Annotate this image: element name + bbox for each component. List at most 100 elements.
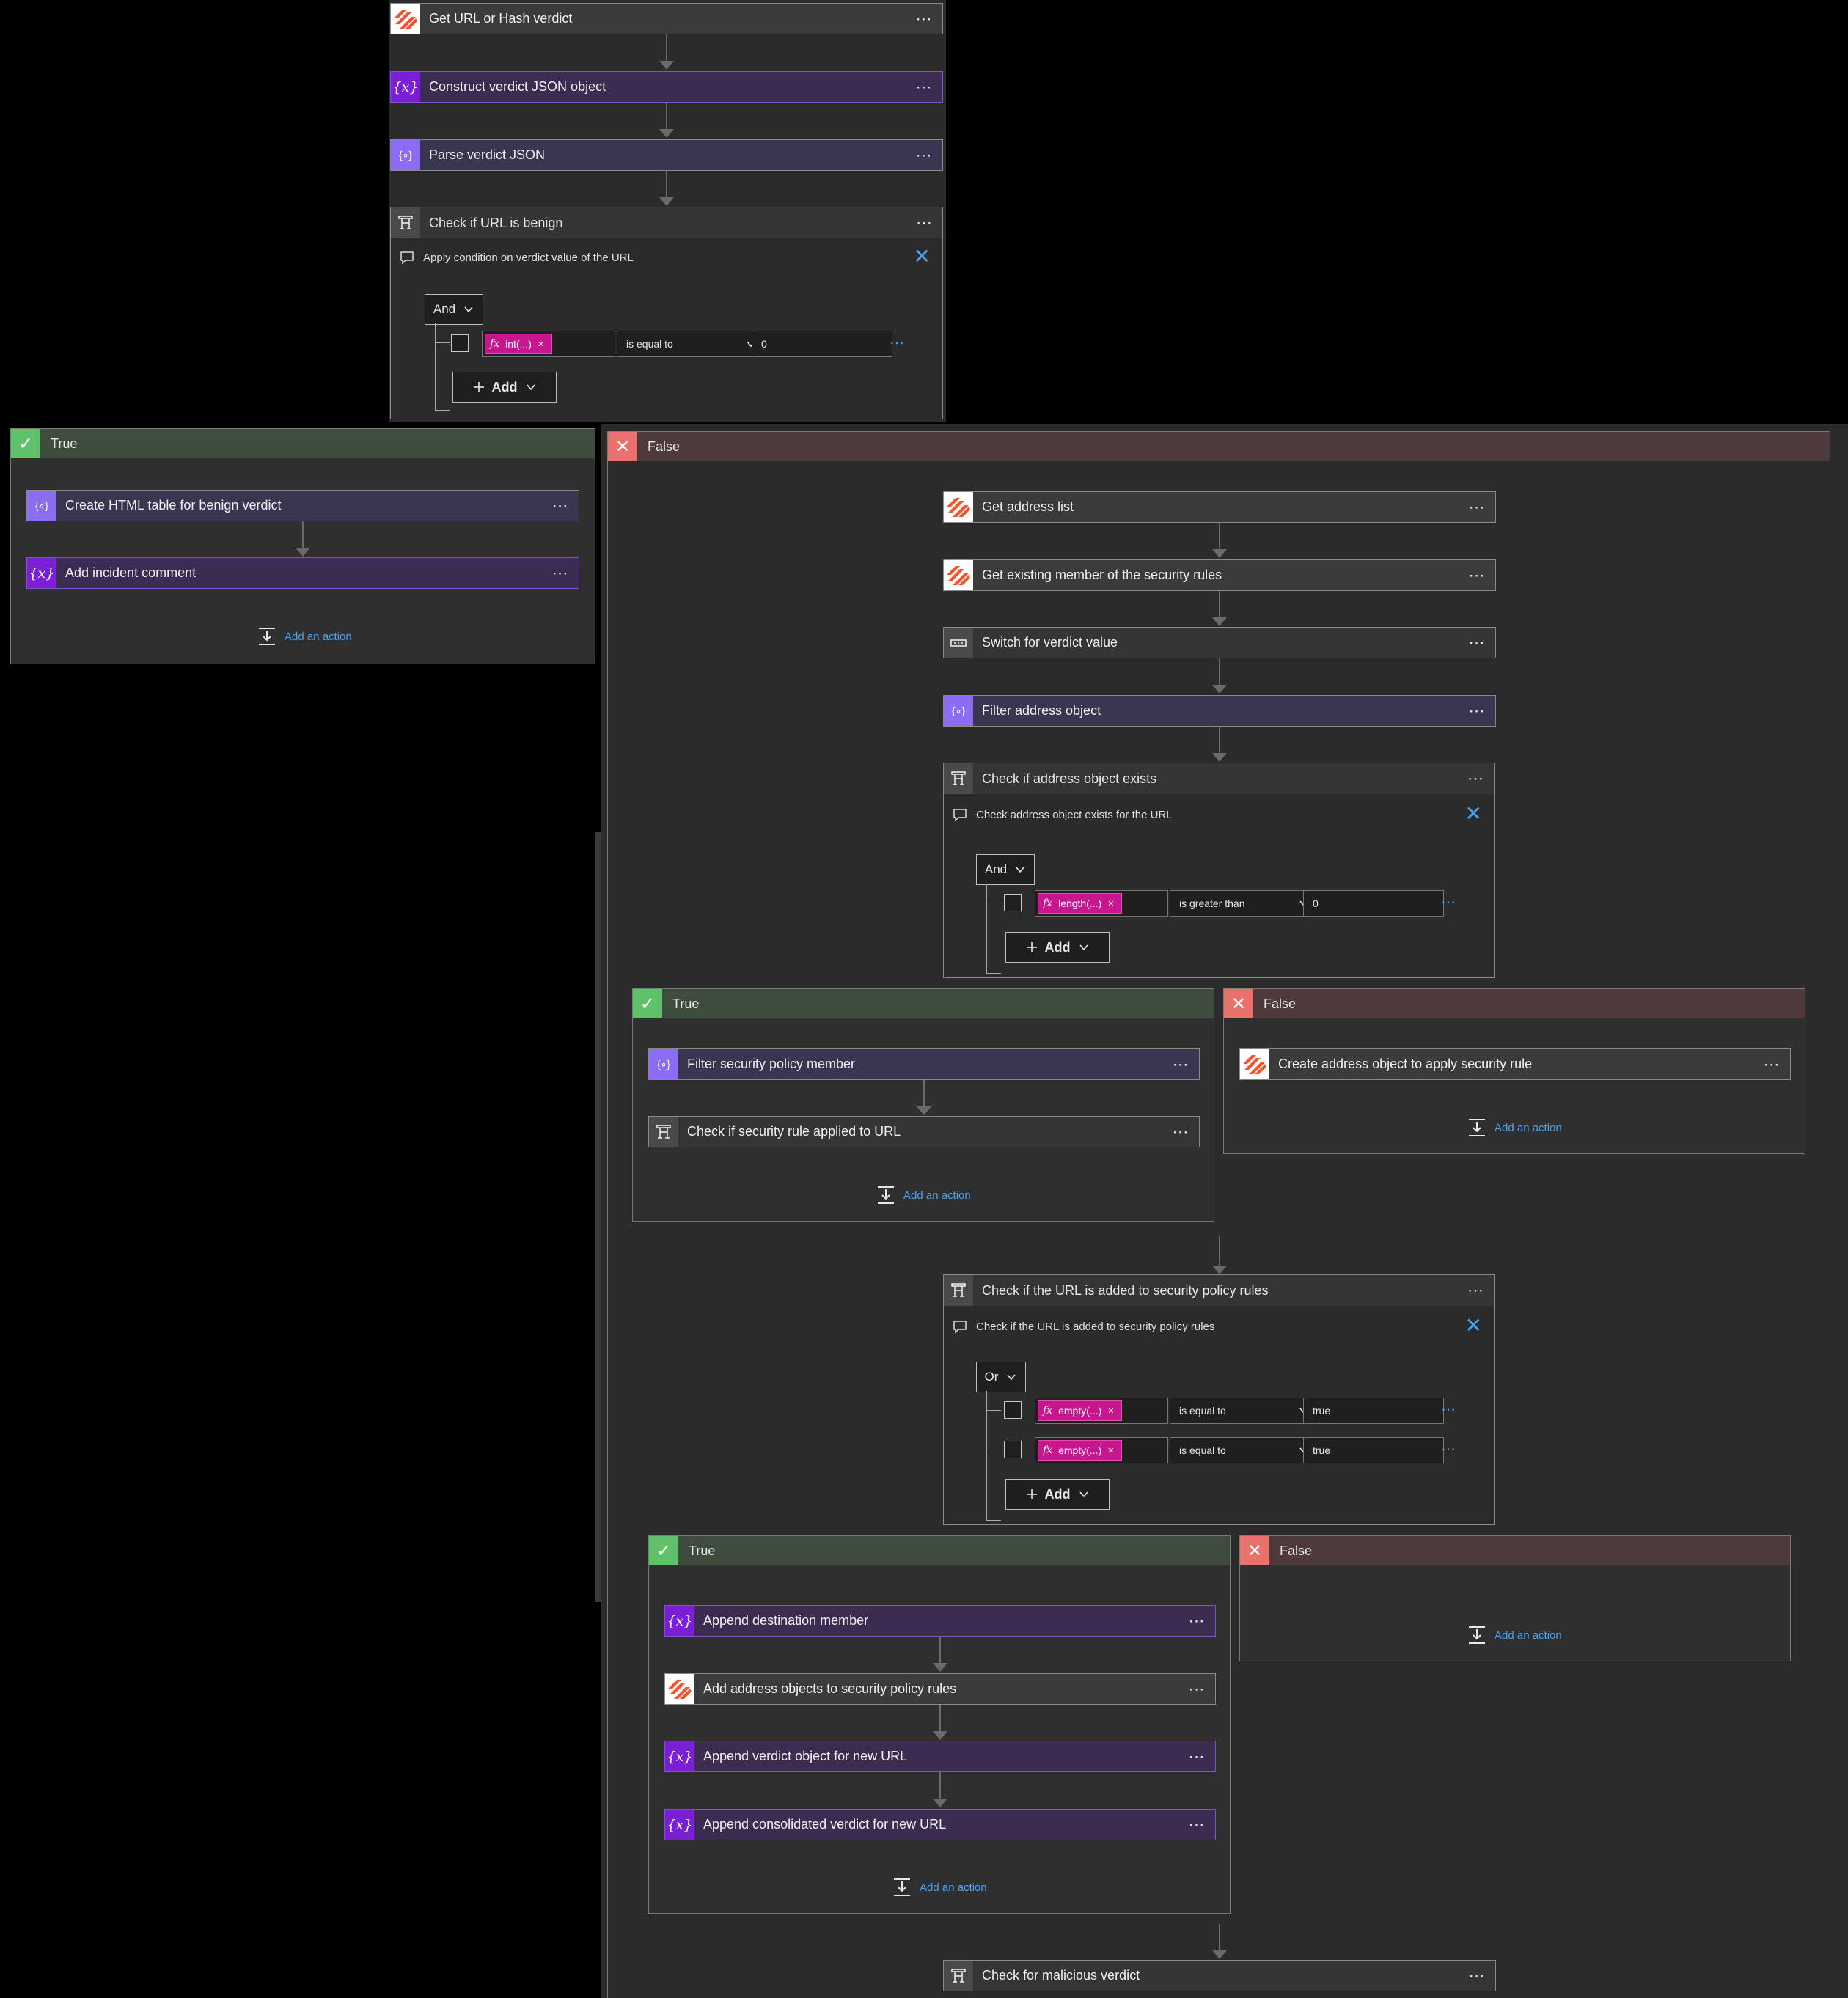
remove-token-icon[interactable]: ✕ (1107, 899, 1114, 908)
add-label: Add (491, 379, 518, 394)
action-create-html-table[interactable]: {∘} Create HTML table for benign verdict… (26, 490, 579, 521)
condition-icon (944, 1275, 973, 1306)
add-condition-button[interactable]: Add (1005, 1479, 1110, 1510)
variable-icon: {x} (665, 1606, 694, 1636)
more-options-icon[interactable]: ⋯ (1178, 1815, 1215, 1834)
more-options-icon[interactable]: ⋯ (1459, 633, 1495, 653)
condition-note: Check address object exists for the URL (953, 807, 1173, 822)
add-condition-button[interactable]: Add (1005, 932, 1110, 963)
add-an-action-link[interactable]: Add an action (876, 1185, 971, 1205)
row-checkbox[interactable] (1004, 894, 1022, 911)
close-icon[interactable]: ✕ (1465, 801, 1482, 826)
more-options-icon[interactable]: ⋯ (906, 10, 942, 29)
plus-icon (1026, 1488, 1038, 1500)
action-get-url-hash-verdict[interactable]: Get URL or Hash verdict ⋯ (390, 3, 943, 34)
more-options-icon[interactable]: ⋯ (906, 213, 942, 232)
more-options-icon[interactable]: ⋯ (906, 146, 942, 165)
group-operator-dropdown[interactable]: Or (976, 1362, 1026, 1392)
add-an-action-link[interactable]: Add an action (257, 626, 352, 647)
expression-field[interactable]: fx int(...) ✕ (482, 331, 615, 357)
more-options-icon[interactable]: ⋯ (1459, 498, 1495, 517)
paloalto-icon (944, 560, 973, 590)
row-more-icon[interactable]: ⋯ (1441, 1440, 1456, 1458)
action-add-incident-comment[interactable]: {x} Add incident comment ⋯ (26, 557, 579, 589)
expression-field[interactable]: fx length(...) ✕ (1035, 890, 1168, 917)
value-input[interactable]: 0 (752, 331, 892, 357)
more-options-icon[interactable]: ⋯ (1162, 1055, 1199, 1074)
row-checkbox[interactable] (1004, 1441, 1022, 1458)
add-action-label: Add an action (1495, 1628, 1562, 1642)
chevron-down-icon (1014, 864, 1026, 875)
action-append-consolidated-verdict[interactable]: {x} Append consolidated verdict for new … (664, 1809, 1216, 1840)
operator-dropdown[interactable]: is equal to (617, 331, 766, 357)
add-an-action-link[interactable]: Add an action (1467, 1625, 1562, 1645)
connector-arrow (933, 1663, 947, 1672)
connector-arrow (1212, 617, 1227, 626)
paloalto-icon (944, 492, 973, 522)
action-get-address-list[interactable]: Get address list ⋯ (943, 491, 1496, 523)
action-get-existing-member[interactable]: Get existing member of the security rule… (943, 559, 1496, 591)
more-options-icon[interactable]: ⋯ (1162, 1123, 1199, 1142)
add-an-action-link[interactable]: Add an action (892, 1877, 987, 1898)
action-title: Add address objects to security policy r… (703, 1681, 957, 1696)
remove-token-icon[interactable]: ✕ (1107, 1406, 1114, 1416)
operator-dropdown[interactable]: is greater than (1170, 890, 1319, 917)
row-more-icon[interactable]: ⋯ (890, 334, 904, 352)
expression-token[interactable]: fx empty(...) ✕ (1038, 1400, 1123, 1421)
action-add-address-objects[interactable]: Add address objects to security policy r… (664, 1673, 1216, 1705)
more-options-icon[interactable]: ⋯ (906, 78, 942, 97)
close-icon[interactable]: ✕ (914, 244, 931, 268)
more-options-icon[interactable]: ⋯ (1459, 566, 1495, 585)
remove-token-icon[interactable]: ✕ (538, 339, 544, 349)
action-check-security-rule-applied[interactable]: Check if security rule applied to URL ⋯ (648, 1116, 1200, 1147)
expression-token[interactable]: fx empty(...) ✕ (1038, 1440, 1123, 1461)
row-more-icon[interactable]: ⋯ (1441, 1400, 1456, 1419)
more-options-icon[interactable]: ⋯ (1753, 1055, 1790, 1074)
more-options-icon[interactable]: ⋯ (1178, 1747, 1215, 1766)
group-operator-dropdown[interactable]: And (976, 854, 1035, 885)
action-filter-address-object[interactable]: {∘} Filter address object ⋯ (943, 695, 1496, 727)
operator-dropdown[interactable]: is equal to (1170, 1398, 1319, 1424)
more-options-icon[interactable]: ⋯ (1178, 1680, 1215, 1699)
action-title: Create address object to apply security … (1278, 1057, 1533, 1071)
action-switch-verdict[interactable]: Switch for verdict value ⋯ (943, 627, 1496, 658)
more-options-icon[interactable]: ⋯ (1178, 1612, 1215, 1631)
more-options-icon[interactable]: ⋯ (542, 564, 579, 583)
more-options-icon[interactable]: ⋯ (542, 496, 579, 515)
row-more-icon[interactable]: ⋯ (1441, 893, 1456, 911)
condition-check-url-added[interactable]: Check if the URL is added to security po… (943, 1274, 1495, 1525)
add-an-action-link[interactable]: Add an action (1467, 1117, 1562, 1138)
function-icon: fx (490, 338, 500, 350)
action-parse-verdict-json[interactable]: {∘} Parse verdict JSON ⋯ (390, 139, 943, 171)
action-check-malicious-verdict[interactable]: Check for malicious verdict ⋯ (943, 1960, 1496, 1991)
action-append-verdict-object[interactable]: {x} Append verdict object for new URL ⋯ (664, 1741, 1216, 1772)
row-checkbox[interactable] (1004, 1401, 1022, 1419)
value-input[interactable]: true (1303, 1398, 1444, 1424)
expression-field[interactable]: fx empty(...) ✕ (1035, 1398, 1168, 1424)
action-append-destination-member[interactable]: {x} Append destination member ⋯ (664, 1605, 1216, 1637)
condition-check-url-benign[interactable]: Check if URL is benign ⋯ Apply condition… (390, 207, 943, 419)
value-input[interactable]: 0 (1303, 890, 1444, 917)
close-icon[interactable]: ✕ (1465, 1313, 1482, 1337)
expression-token[interactable]: fx int(...) ✕ (485, 334, 553, 354)
more-options-icon[interactable]: ⋯ (1457, 1281, 1494, 1300)
condition-check-address-exists[interactable]: Check if address object exists ⋯ Check a… (943, 763, 1495, 978)
data-operation-icon: {∘} (649, 1049, 678, 1079)
expression-token[interactable]: fx length(...) ✕ (1038, 893, 1123, 914)
row-checkbox[interactable] (451, 334, 469, 352)
action-create-address-object[interactable]: Create address object to apply security … (1239, 1048, 1791, 1080)
group-operator-dropdown[interactable]: And (425, 294, 483, 325)
function-icon: fx (1043, 1444, 1053, 1456)
value-input[interactable]: true (1303, 1437, 1444, 1463)
expression-field[interactable]: fx empty(...) ✕ (1035, 1437, 1168, 1463)
more-options-icon[interactable]: ⋯ (1457, 769, 1494, 788)
add-condition-button[interactable]: Add (452, 372, 557, 403)
scrollbar[interactable] (595, 832, 601, 1602)
remove-token-icon[interactable]: ✕ (1107, 1446, 1114, 1455)
action-construct-verdict-json[interactable]: {x} Construct verdict JSON object ⋯ (390, 71, 943, 103)
tree-line (986, 1520, 1001, 1521)
operator-dropdown[interactable]: is equal to (1170, 1437, 1319, 1463)
action-filter-security-policy-member[interactable]: {∘} Filter security policy member ⋯ (648, 1048, 1200, 1080)
more-options-icon[interactable]: ⋯ (1459, 702, 1495, 721)
more-options-icon[interactable]: ⋯ (1459, 1966, 1495, 1986)
